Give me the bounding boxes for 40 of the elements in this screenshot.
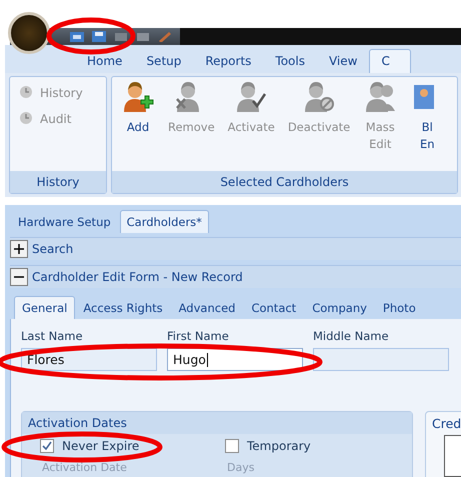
field-label: First Name (167, 329, 230, 343)
field-label: Middle Name (313, 329, 390, 343)
panel-title: Cardholder Edit Form - New Record (32, 270, 243, 284)
app-menu-orb[interactable] (8, 12, 50, 54)
toolbar-icon[interactable] (114, 31, 128, 42)
field-label: Last Name (21, 329, 84, 343)
field-label: Activation Date (42, 461, 128, 474)
checkbox[interactable]: Temporary (225, 439, 410, 453)
check-icon (42, 441, 52, 451)
form-tab[interactable]: Photo (374, 296, 424, 319)
group-title: Cred (431, 415, 461, 433)
toolbar-icon[interactable] (136, 31, 150, 42)
group-title: History (10, 171, 106, 193)
document-tab[interactable]: Cardholders* (120, 210, 209, 233)
collapse-icon[interactable] (10, 268, 28, 286)
clock-icon (18, 85, 34, 101)
text-field[interactable] (313, 348, 449, 371)
panel-title: Search (32, 242, 74, 256)
ribbon-tab[interactable]: Reports (193, 49, 264, 73)
folder-icon[interactable] (70, 31, 84, 42)
expand-icon[interactable] (10, 240, 28, 258)
ribbon-tab[interactable]: Home (75, 49, 134, 73)
checkbox[interactable]: Never Expire (40, 439, 225, 453)
group-title: Activation Dates (22, 412, 412, 434)
form-tab[interactable]: General (14, 296, 76, 319)
tools-icon[interactable] (158, 31, 172, 42)
group-title: Selected Cardholders (112, 171, 457, 193)
ribbon-tab[interactable]: Setup (134, 49, 194, 73)
save-icon[interactable] (92, 31, 106, 42)
field-label: Days (227, 461, 256, 474)
ribbon-tab[interactable]: C (369, 49, 411, 73)
form-tab[interactable]: Contact (243, 296, 304, 319)
ribbon-button[interactable]: Add (118, 81, 158, 167)
ribbon-tab[interactable]: Tools (263, 49, 317, 73)
document-tab[interactable]: Hardware Setup (11, 210, 118, 233)
ribbon-button[interactable]: Bl En (407, 81, 448, 167)
form-tab[interactable]: Advanced (170, 296, 244, 319)
form-tab[interactable]: Access Rights (75, 296, 171, 319)
ribbon-tab[interactable]: View (316, 49, 370, 73)
form-tab[interactable]: Company (304, 296, 375, 319)
